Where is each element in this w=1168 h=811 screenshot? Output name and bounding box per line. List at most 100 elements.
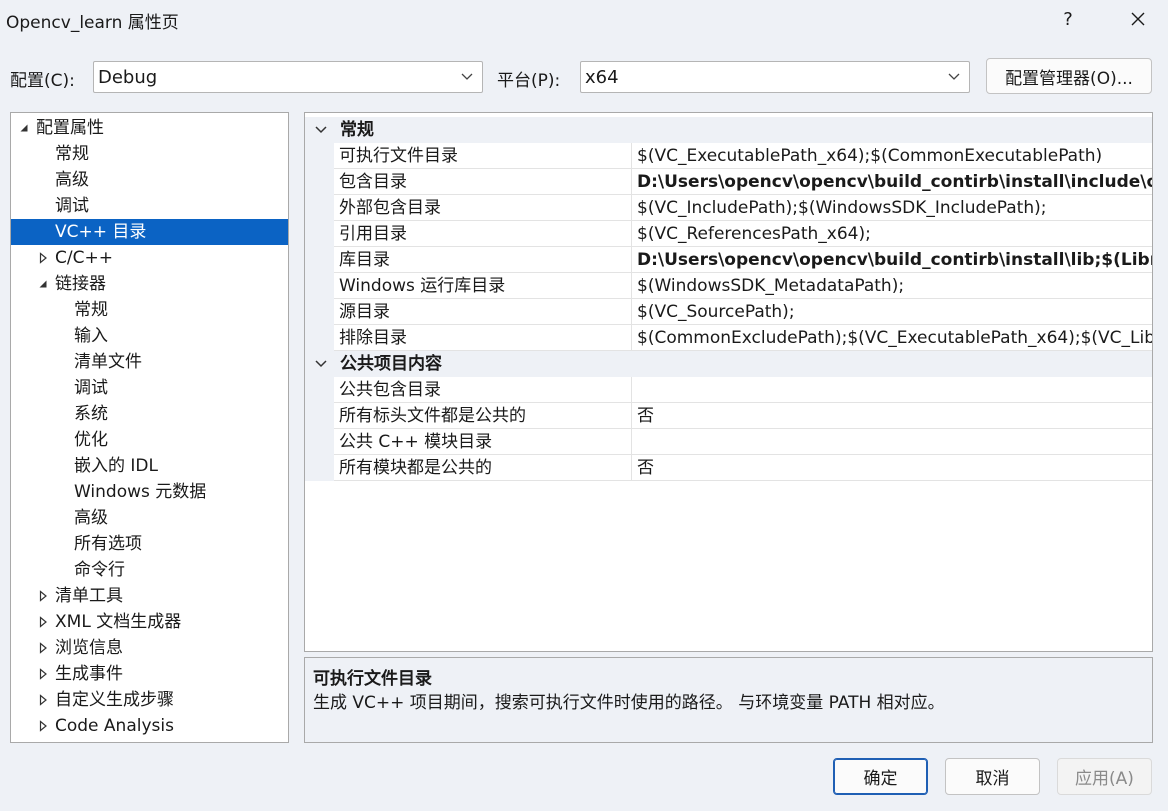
tree-item[interactable]: Code Analysis xyxy=(11,713,288,739)
property-name: 公共 C++ 模块目录 xyxy=(334,429,632,455)
group-header[interactable]: 常规 xyxy=(305,117,1152,143)
help-button[interactable]: ? xyxy=(1050,2,1086,36)
property-row[interactable]: Windows 运行库目录 $(WindowsSDK_MetadataPath); xyxy=(305,273,1152,299)
tree-item[interactable]: 高级 xyxy=(11,167,288,193)
property-row[interactable]: 所有标头文件都是公共的否 xyxy=(305,403,1152,429)
row-gutter xyxy=(305,273,334,299)
apply-button[interactable]: 应用(A) xyxy=(1057,758,1152,795)
property-value[interactable]: $(WindowsSDK_MetadataPath); xyxy=(632,273,1152,299)
triangle-collapsed-icon[interactable] xyxy=(36,609,50,635)
property-value[interactable]: D:\Users\opencv\opencv\build_contirb\ins… xyxy=(632,247,1152,273)
tree-item[interactable]: 清单工具 xyxy=(11,583,288,609)
property-value[interactable]: $(VC_ReferencesPath_x64); xyxy=(632,221,1152,247)
property-name: 引用目录 xyxy=(334,221,632,247)
tree-item[interactable]: 调试 xyxy=(11,375,288,401)
property-value[interactable]: $(VC_ExecutablePath_x64);$(CommonExecuta… xyxy=(632,143,1152,169)
property-row[interactable]: 引用目录 $(VC_ReferencesPath_x64); xyxy=(305,221,1152,247)
property-name: 排除目录 xyxy=(334,325,632,351)
chevron-down-icon[interactable] xyxy=(313,351,329,377)
tree-item[interactable]: XML 文档生成器 xyxy=(11,609,288,635)
tree-item[interactable]: 命令行 xyxy=(11,557,288,583)
config-value: Debug xyxy=(98,66,158,88)
chevron-down-icon xyxy=(452,62,482,92)
tree-item[interactable]: 常规 xyxy=(11,141,288,167)
property-value[interactable] xyxy=(632,377,1152,403)
triangle-collapsed-icon[interactable] xyxy=(36,583,50,609)
chevron-down-icon[interactable] xyxy=(313,117,329,143)
property-value[interactable]: 否 xyxy=(632,403,1152,429)
property-row[interactable]: 排除目录 $(CommonExcludePath);$(VC_Executable… xyxy=(305,325,1152,351)
property-tree[interactable]: 配置属性 常规 高级 调试 VC++ 目录 C/C++ 链接器 常规 输入 清单文件 调试 系统 优化嵌… xyxy=(10,112,289,743)
tree-item[interactable]: 嵌入的 IDL xyxy=(11,453,288,479)
platform-label: 平台(P): xyxy=(497,71,561,91)
property-value[interactable] xyxy=(632,429,1152,455)
property-grid[interactable]: 常规 可执行文件目录 $(VC_ExecutablePath_x64);$(Comm… xyxy=(304,112,1153,652)
close-button[interactable] xyxy=(1118,2,1158,36)
property-row[interactable]: 库目录 D:\Users\opencv\opencv\build_contirb\… xyxy=(305,247,1152,273)
tree-item[interactable]: 清单文件 xyxy=(11,349,288,375)
tree-item-label: 嵌入的 IDL xyxy=(74,456,158,476)
tree-item[interactable]: 链接器 xyxy=(11,271,288,297)
property-row[interactable]: 外部包含目录 $(VC_IncludePath);$(WindowsSDK_Inc… xyxy=(305,195,1152,221)
config-dropdown[interactable]: Debug xyxy=(93,61,483,93)
triangle-expanded-icon[interactable] xyxy=(17,115,31,141)
triangle-collapsed-icon[interactable] xyxy=(36,687,50,713)
row-gutter xyxy=(305,455,334,481)
row-gutter xyxy=(305,169,334,195)
description-text: 生成 VC++ 项目期间，搜索可执行文件时使用的路径。 与环境变量 PATH 相… xyxy=(313,693,945,713)
tree-item-label: VC++ 目录 xyxy=(55,222,147,242)
triangle-collapsed-icon[interactable] xyxy=(36,245,50,271)
group-header[interactable]: 公共项目内容 xyxy=(305,351,1152,377)
tree-item-label: 清单文件 xyxy=(74,352,142,372)
triangle-expanded-icon[interactable] xyxy=(36,271,50,297)
tree-item[interactable]: 生成事件 xyxy=(11,661,288,687)
property-row[interactable]: 源目录 $(VC_SourcePath); xyxy=(305,299,1152,325)
tree-item-label: 浏览信息 xyxy=(55,638,123,658)
cancel-button[interactable]: 取消 xyxy=(945,758,1040,795)
tree-item-label: XML 文档生成器 xyxy=(55,612,182,632)
tree-item-label: 链接器 xyxy=(55,274,106,294)
tree-item-label: 高级 xyxy=(55,170,89,190)
tree-item-label: 命令行 xyxy=(74,560,125,580)
triangle-collapsed-icon[interactable] xyxy=(36,661,50,687)
config-manager-button[interactable]: 配置管理器(O)... xyxy=(986,58,1152,94)
platform-dropdown[interactable]: x64 xyxy=(580,61,970,93)
property-name: 外部包含目录 xyxy=(334,195,632,221)
tree-item-label: 清单工具 xyxy=(55,586,123,606)
property-row[interactable]: 包含目录 D:\Users\opencv\opencv\build_contirb… xyxy=(305,169,1152,195)
property-value[interactable]: 否 xyxy=(632,455,1152,481)
config-label: 配置(C): xyxy=(10,71,75,91)
property-row[interactable]: 公共包含目录 xyxy=(305,377,1152,403)
tree-item-label: 高级 xyxy=(74,508,108,528)
property-row[interactable]: 所有模块都是公共的否 xyxy=(305,455,1152,481)
property-value[interactable]: D:\Users\opencv\opencv\build_contirb\ins… xyxy=(632,169,1152,195)
tree-item[interactable]: 优化 xyxy=(11,427,288,453)
tree-item[interactable]: 高级 xyxy=(11,505,288,531)
group-title: 公共项目内容 xyxy=(340,354,442,374)
tree-item[interactable]: 所有选项 xyxy=(11,531,288,557)
tree-item-label: 调试 xyxy=(55,196,89,216)
tree-item[interactable]: 系统 xyxy=(11,401,288,427)
tree-item[interactable]: C/C++ xyxy=(11,245,288,271)
property-row[interactable]: 可执行文件目录 $(VC_ExecutablePath_x64);$(Common… xyxy=(305,143,1152,169)
tree-item[interactable]: 常规 xyxy=(11,297,288,323)
property-value[interactable]: $(VC_IncludePath);$(WindowsSDK_IncludePa… xyxy=(632,195,1152,221)
property-value[interactable]: $(CommonExcludePath);$(VC_ExecutablePath… xyxy=(632,325,1152,351)
tree-item[interactable]: VC++ 目录 xyxy=(11,219,288,245)
tree-item[interactable]: 浏览信息 xyxy=(11,635,288,661)
property-name: 公共包含目录 xyxy=(334,377,632,403)
tree-item-label: 常规 xyxy=(74,300,108,320)
property-value[interactable]: $(VC_SourcePath); xyxy=(632,299,1152,325)
property-row[interactable]: 公共 C++ 模块目录 xyxy=(305,429,1152,455)
tree-item[interactable]: 配置属性 xyxy=(11,115,288,141)
tree-item[interactable]: 自定义生成步骤 xyxy=(11,687,288,713)
tree-item[interactable]: Windows 元数据 xyxy=(11,479,288,505)
tree-item[interactable]: 输入 xyxy=(11,323,288,349)
tree-item-label: Windows 元数据 xyxy=(74,482,207,502)
tree-item-label: 自定义生成步骤 xyxy=(55,690,174,710)
tree-item-label: 所有选项 xyxy=(74,534,142,554)
triangle-collapsed-icon[interactable] xyxy=(36,635,50,661)
triangle-collapsed-icon[interactable] xyxy=(36,713,50,739)
ok-button[interactable]: 确定 xyxy=(833,758,928,795)
tree-item[interactable]: 调试 xyxy=(11,193,288,219)
